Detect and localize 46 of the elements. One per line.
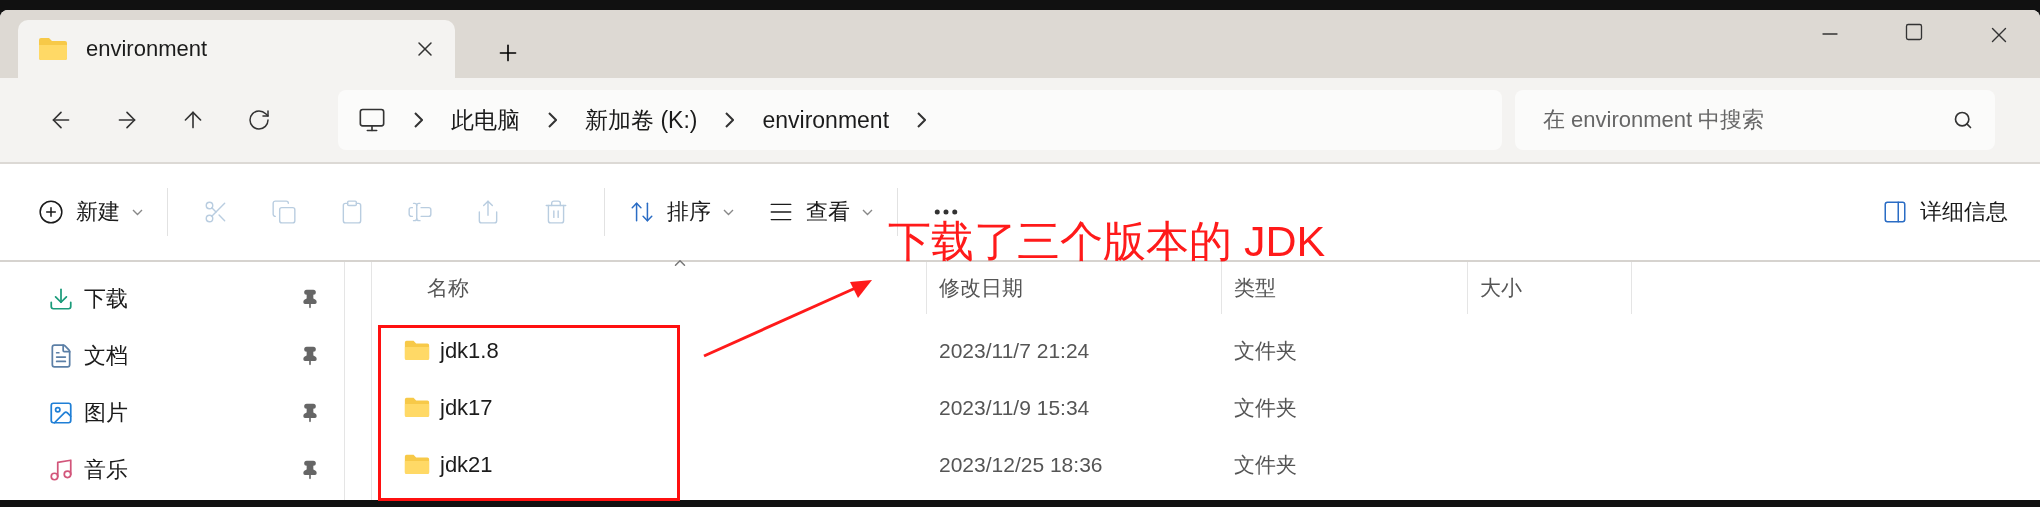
table-cell-text: 2023/11/7 21:24 [938, 338, 1091, 363]
chevron-icon [917, 112, 927, 128]
add-icon [38, 199, 64, 225]
chevron-icon [548, 112, 557, 128]
maximize-icon[interactable] [1904, 22, 1924, 42]
breadcrumb[interactable]: 此电脑 [451, 104, 520, 136]
folder-icon [38, 37, 68, 61]
table-cell-text: 文件夹 [1233, 394, 1298, 421]
folder-icon [404, 340, 430, 361]
search-input[interactable]: 在 environment 中搜索 [1541, 106, 1953, 134]
column-header[interactable]: 修改日期 [927, 262, 1222, 314]
music-icon [48, 456, 74, 483]
chevron-icon [414, 112, 423, 128]
tab[interactable]: environment [18, 20, 455, 78]
sidebar-item[interactable]: 音乐 [0, 441, 344, 498]
document-icon [48, 342, 74, 369]
column-header[interactable]: 大小 [1468, 262, 1632, 314]
address-bar[interactable]: 此电脑 新加卷 (K:) environment [338, 90, 1502, 150]
search-icon [1953, 110, 1973, 130]
file-name[interactable]: jdk1.8 [440, 337, 499, 364]
chevron-icon [725, 112, 735, 128]
table-cell-text: 2023/12/25 18:36 [938, 452, 1104, 477]
picture-icon [48, 399, 74, 426]
folder-icon [404, 397, 430, 418]
caret-icon [723, 208, 734, 216]
table-cell-text: 文件夹 [1233, 337, 1298, 364]
details-button[interactable]: 详细信息 [1872, 189, 2018, 235]
breadcrumb[interactable]: 新加卷 (K:) [585, 104, 698, 136]
new-button[interactable]: 新建 [28, 189, 153, 235]
search-box[interactable]: 在 environment 中搜索 [1515, 90, 1995, 150]
sidebar-item[interactable]: 文档 [0, 327, 344, 384]
file-name[interactable]: jdk17 [440, 394, 493, 421]
sidebar-item[interactable]: 下载 [0, 270, 344, 327]
file-name[interactable]: jdk21 [440, 451, 493, 478]
folder-icon [404, 454, 430, 475]
table-cell-text: 2023/11/9 15:34 [938, 395, 1091, 420]
monitor-icon [358, 106, 386, 134]
view-button[interactable]: 查看 [758, 189, 883, 235]
sidebar-item[interactable]: 图片 [0, 384, 344, 441]
panel-icon [1882, 199, 1908, 225]
breadcrumb[interactable]: environment [762, 106, 890, 134]
table-cell-text: 文件夹 [1233, 451, 1298, 478]
caret-icon [132, 208, 143, 216]
sort-button[interactable]: 排序 [619, 189, 744, 235]
column-header[interactable]: 类型 [1222, 262, 1468, 314]
caret-icon [862, 208, 873, 216]
